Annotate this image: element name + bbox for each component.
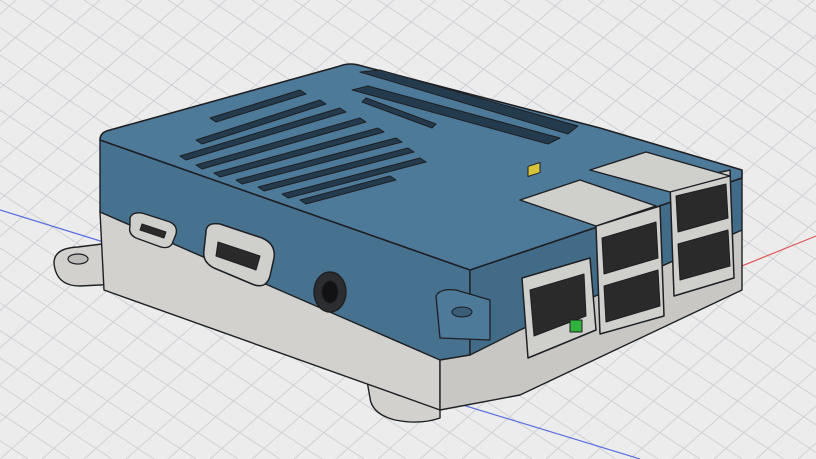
screw-boss xyxy=(435,288,491,341)
model-canvas[interactable] xyxy=(0,0,816,459)
ethernet-led-green xyxy=(569,319,583,333)
cad-3d-viewport[interactable] xyxy=(0,0,816,459)
audio-jack-icon xyxy=(313,271,347,313)
mounting-hole-icon xyxy=(67,253,89,265)
